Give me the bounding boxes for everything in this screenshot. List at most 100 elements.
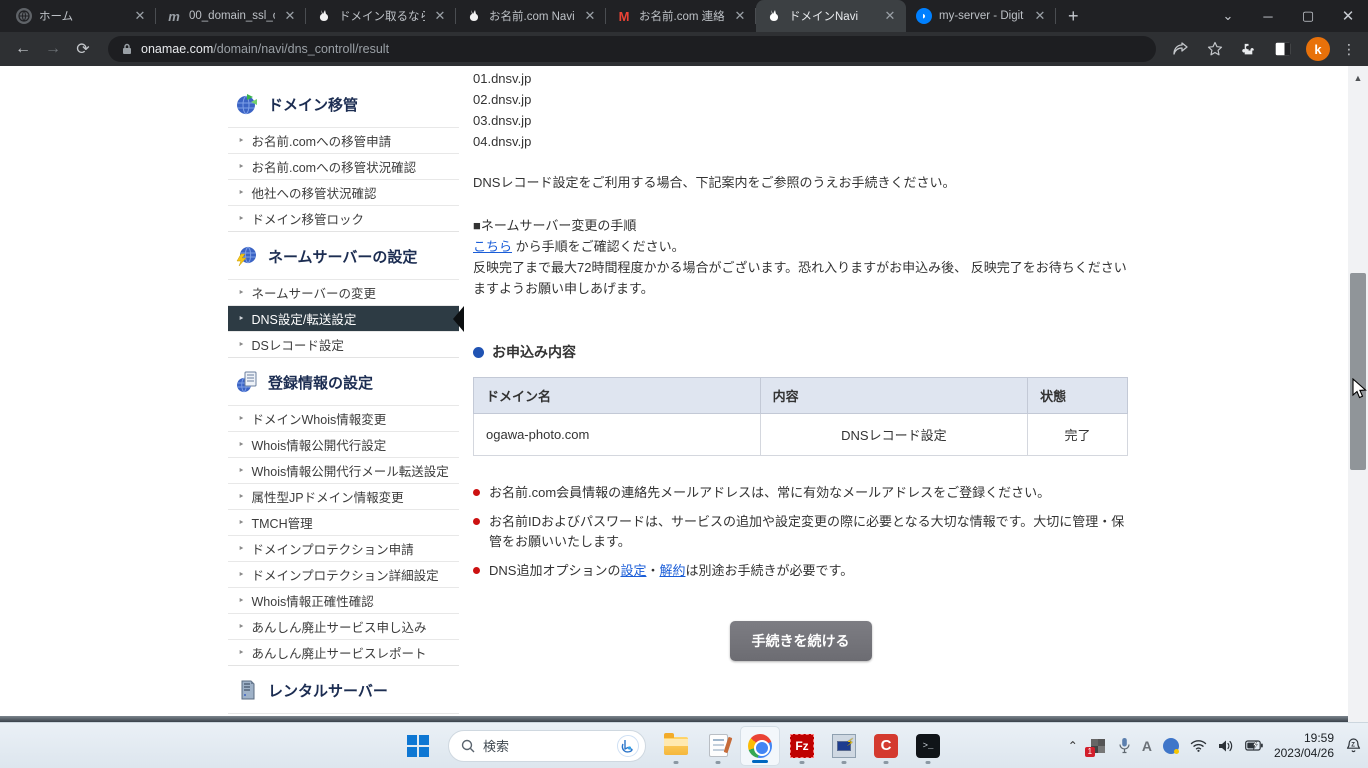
sidebar-item-transfer-status-in[interactable]: お名前.comへの移管状況確認: [228, 153, 459, 179]
share-icon[interactable]: [1166, 35, 1196, 63]
sidebar-item-protection-detail[interactable]: ドメインプロテクション詳細設定: [228, 561, 459, 587]
onamae-favicon: [466, 8, 482, 24]
battery-icon[interactable]: [1245, 740, 1263, 751]
kochira-link[interactable]: こちら: [473, 239, 512, 254]
tab-close-icon[interactable]: ✕: [582, 8, 598, 24]
item-label: お名前.comへの移管状況確認: [252, 157, 417, 176]
notepad-button[interactable]: [698, 726, 738, 766]
tab-close-icon[interactable]: ✕: [282, 8, 298, 24]
tab-label: お名前.com Navi: [489, 8, 575, 24]
speaker-icon[interactable]: [1218, 739, 1234, 753]
window-close-button[interactable]: ✕: [1328, 7, 1368, 25]
sidebar-item-ds-record[interactable]: DSレコード設定: [228, 331, 459, 357]
continue-procedure-button[interactable]: 手続きを続ける: [730, 621, 872, 661]
browser-menu-icon[interactable]: ⋮: [1338, 41, 1360, 58]
sidebar-item-transfer-lock[interactable]: ドメイン移管ロック: [228, 205, 459, 231]
sidebar-item-dns-settings-active[interactable]: DNS設定/転送設定: [228, 305, 459, 331]
tab-onamae-navi[interactable]: お名前.com Navi ✕: [456, 0, 606, 32]
sidebar-item-whois-proxy-mail[interactable]: Whois情報公開代行メール転送設定: [228, 457, 459, 483]
taskbar-search-box[interactable]: 検索: [448, 730, 646, 762]
procedure-note: 反映完了まで最大72時間程度かかる場合がございます。恐れ入りますがお申込み後、 …: [473, 257, 1128, 299]
col-content: 内容: [760, 378, 1028, 414]
tab-close-icon[interactable]: ✕: [1032, 8, 1048, 24]
sidebar-item-jp-domain-info[interactable]: 属性型JPドメイン情報変更: [228, 483, 459, 509]
tab-home[interactable]: ホーム ✕: [6, 0, 156, 32]
microphone-icon[interactable]: [1118, 737, 1131, 754]
new-tab-button[interactable]: +: [1056, 0, 1091, 32]
rental-server-icon: [234, 677, 260, 703]
running-indicator: [842, 761, 847, 764]
notice-text-with-links: DNS追加オプションの設定・解約は別途お手続きが必要です。: [489, 561, 1128, 581]
item-label: TMCH管理: [252, 513, 313, 532]
notice-item: DNS追加オプションの設定・解約は別途お手続きが必要です。: [473, 561, 1128, 581]
sidebar-item-nameserver-change[interactable]: ネームサーバーの変更: [228, 279, 459, 305]
m-favicon: m: [166, 8, 182, 24]
sidebar-item-transfer-status-out[interactable]: 他社への移管状況確認: [228, 179, 459, 205]
wifi-icon[interactable]: [1190, 739, 1207, 752]
sidebar-item-anshin-apply[interactable]: あんしん廃止サービス申し込み: [228, 613, 459, 639]
profile-avatar[interactable]: k: [1306, 37, 1330, 61]
browser-tab-bar: ホーム ✕ m 00_domain_ssl_o ✕ ドメイン取るなら お ✕ お…: [0, 0, 1368, 32]
window-minimize-button[interactable]: ─: [1248, 9, 1288, 24]
filezilla-button[interactable]: Fz: [782, 726, 822, 766]
running-indicator: [800, 761, 805, 764]
clibor-button[interactable]: C: [866, 726, 906, 766]
application-heading: お申込み内容: [473, 342, 1128, 362]
bookmark-star-icon[interactable]: [1200, 35, 1230, 63]
notice-list: お名前.com会員情報の連絡先メールアドレスは、常に有効なメールアドレスをご登録…: [473, 483, 1128, 581]
tab-close-icon[interactable]: ✕: [882, 8, 898, 24]
tab-domain-ssl[interactable]: m 00_domain_ssl_o ✕: [156, 0, 306, 32]
tab-close-icon[interactable]: ✕: [132, 8, 148, 24]
kaiyaku-link[interactable]: 解約: [659, 563, 685, 578]
terminal-button[interactable]: >_: [908, 726, 948, 766]
putty-button[interactable]: ⚡: [824, 726, 864, 766]
chrome-button[interactable]: [740, 726, 780, 766]
address-bar[interactable]: onamae.com/domain/navi/dns_controll/resu…: [108, 36, 1156, 62]
item-label: Whois情報正確性確認: [252, 591, 374, 610]
tab-search-chevron-icon[interactable]: ⌄: [1208, 8, 1248, 24]
notification-bell-icon[interactable]: Z: [1345, 737, 1362, 754]
item-label: 属性型JPドメイン情報変更: [252, 487, 404, 506]
procedure-heading: ■ネームサーバー変更の手順: [473, 215, 1128, 236]
scrollbar-up-arrow-icon[interactable]: ▲: [1348, 70, 1368, 86]
tab-domain-navi-active[interactable]: ドメインNavi ✕: [756, 0, 906, 32]
notice-text: お名前.com会員情報の連絡先メールアドレスは、常に有効なメールアドレスをご登録…: [489, 483, 1128, 503]
sidebar-item-whois-change[interactable]: ドメインWhois情報変更: [228, 405, 459, 431]
tab-digitalocean[interactable]: ◗ my-server - Digit ✕: [906, 0, 1056, 32]
application-heading-text: お申込み内容: [492, 342, 576, 362]
sidebar-item-anshin-report[interactable]: あんしん廃止サービスレポート: [228, 639, 459, 665]
sidebar-item-transfer-request[interactable]: お名前.comへの移管申請: [228, 127, 459, 153]
sidebar-item-whois-proxy[interactable]: Whois情報公開代行設定: [228, 431, 459, 457]
item-label: ドメインプロテクション申請: [252, 539, 414, 558]
tray-overflow-chevron-icon[interactable]: ⌃: [1068, 739, 1078, 753]
sidebar-section-domain-transfer: ドメイン移管 お名前.comへの移管申請 お名前.comへの移管状況確認 他社へ…: [228, 80, 459, 232]
item-label: ドメイン移管ロック: [252, 209, 365, 228]
extensions-puzzle-icon[interactable]: [1234, 35, 1264, 63]
notification-badge-app-icon[interactable]: 1: [1089, 737, 1107, 755]
ime-mode-indicator[interactable]: A: [1142, 738, 1152, 754]
tab-close-icon[interactable]: ✕: [732, 8, 748, 24]
sidebar-item-protection-request[interactable]: ドメインプロテクション申請: [228, 535, 459, 561]
sidebar-item-tmch[interactable]: TMCH管理: [228, 509, 459, 535]
tab-gmail[interactable]: M お名前.com 連絡 ✕: [606, 0, 756, 32]
forward-button[interactable]: →: [38, 35, 68, 63]
tab-close-icon[interactable]: ✕: [432, 8, 448, 24]
taskbar-clock[interactable]: 19:59 2023/04/26: [1274, 731, 1334, 761]
side-panel-icon[interactable]: [1268, 35, 1298, 63]
scrollbar-thumb[interactable]: [1350, 273, 1366, 470]
item-label: Whois情報公開代行メール転送設定: [252, 461, 449, 480]
reload-button[interactable]: ⟳: [68, 35, 98, 63]
settei-link[interactable]: 設定: [620, 563, 646, 578]
section-title: レンタルサーバー: [268, 680, 388, 701]
notice-text: お名前IDおよびパスワードは、サービスの追加や設定変更の際に必要となる大切な情報…: [489, 512, 1128, 552]
window-maximize-button[interactable]: ▢: [1288, 8, 1328, 24]
tray-app-icon[interactable]: [1163, 738, 1179, 754]
terminal-icon: >_: [916, 734, 940, 758]
item-label: ネームサーバーの変更: [252, 283, 377, 302]
note3-prefix: DNS追加オプションの: [489, 563, 620, 578]
file-explorer-button[interactable]: [656, 726, 696, 766]
sidebar-item-whois-accuracy[interactable]: Whois情報正確性確認: [228, 587, 459, 613]
back-button[interactable]: ←: [8, 35, 38, 63]
tab-onamae-lp[interactable]: ドメイン取るなら お ✕: [306, 0, 456, 32]
start-button[interactable]: [398, 726, 438, 766]
